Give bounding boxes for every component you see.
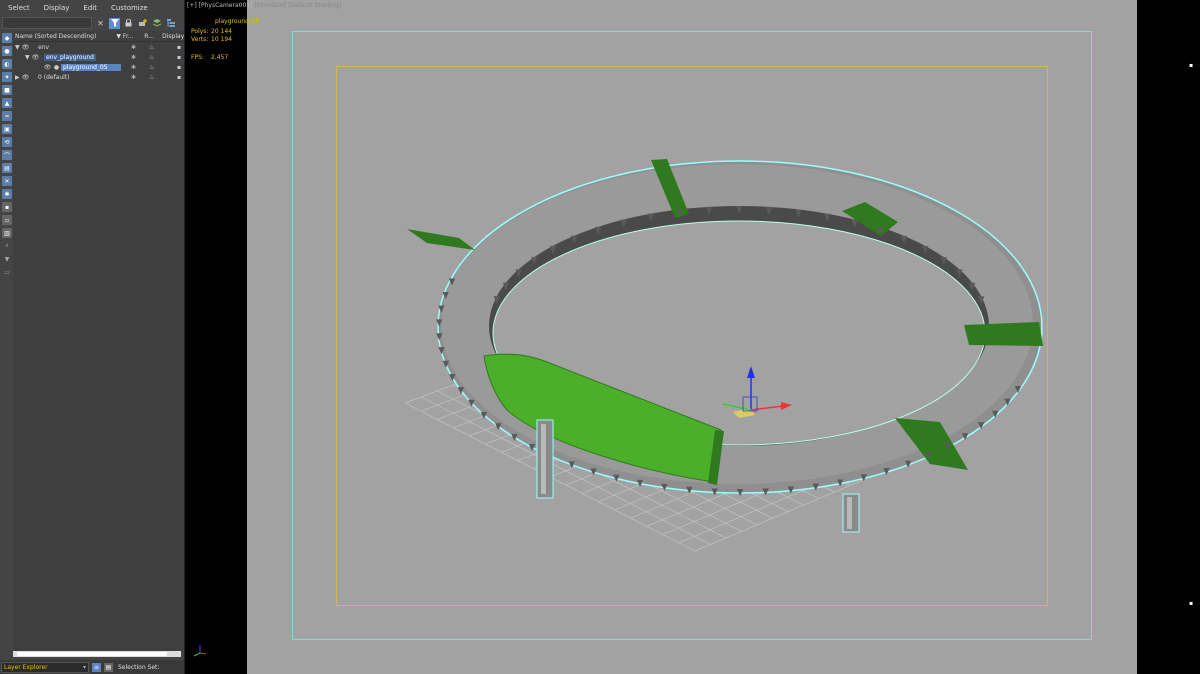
support-leg[interactable]	[536, 419, 554, 499]
scene-view[interactable]: z	[247, 0, 1137, 674]
shape-filter-icon[interactable]: ◐	[2, 59, 12, 69]
scroll-marker-icon: ▪	[1189, 62, 1194, 69]
layer-label: env	[38, 43, 50, 51]
selection-set-label: Selection Set:	[118, 663, 160, 671]
menu-select[interactable]: Select	[0, 4, 36, 12]
stats-fps-label: FPS:	[191, 54, 204, 61]
geometry-filter-icon[interactable]: ●	[2, 46, 12, 56]
search-row: ✕	[0, 16, 184, 30]
scroll-marker-icon: ▪	[1189, 600, 1194, 607]
layer-label: env_playground	[44, 53, 96, 61]
render-teapot-icon[interactable]: ♨	[149, 64, 154, 71]
header-display[interactable]: Display	[162, 33, 184, 40]
object-label: playground_05	[61, 63, 121, 71]
search-input[interactable]	[2, 17, 92, 29]
header-render[interactable]: R...	[144, 33, 162, 40]
freeze-toggle-icon[interactable]: ✱	[131, 74, 136, 81]
layers-toggle-icon[interactable]: ≡	[92, 662, 101, 672]
group-filter-icon[interactable]: ▣	[2, 124, 12, 134]
object-dot-icon: ●	[53, 63, 60, 71]
viewport-statistics: playground_05 Polys: 20 144 Verts: 10 194 …	[191, 18, 260, 62]
eye-icon[interactable]: 👁	[21, 44, 30, 51]
display-icon[interactable]: ▪	[177, 74, 181, 81]
all-filter-icon[interactable]: ▪	[2, 202, 12, 212]
stats-fps-value: 2,457	[211, 54, 229, 61]
layer-tree: Name (Sorted Descending) ▼ Fr... R... Di…	[13, 31, 184, 651]
eye-icon[interactable]: 👁	[43, 64, 52, 71]
eye-icon[interactable]: 👁	[21, 74, 30, 81]
header-name[interactable]: Name (Sorted Descending)	[13, 33, 116, 40]
horizontal-scrollbar[interactable]	[13, 651, 181, 657]
funnel-icon[interactable]: ▼	[2, 254, 12, 264]
gizmo-z-label: z	[749, 368, 752, 375]
camera-filter-icon[interactable]: ■	[2, 85, 12, 95]
menu-customize[interactable]: Customize	[103, 4, 154, 12]
explorer-side-toolbar: ◆ ● ◐ ✦ ■ ▲ ≈ ▣ ⟲ ⌒ ▤ ✕ ✱ ▪ ▫ ▥ ⌕ ▼ ▭	[0, 31, 13, 276]
viewport-shading[interactable]: [Default Shading]	[288, 2, 341, 9]
explorer-type-dropdown[interactable]: Layer Explorer ▾	[1, 661, 89, 673]
world-axis-icon	[193, 645, 207, 657]
scrollbar-thumb[interactable]	[17, 652, 167, 656]
freeze-toggle-icon[interactable]: ✱	[131, 54, 136, 61]
stats-verts-value: 10 194	[211, 36, 232, 43]
spacewarp-filter-icon[interactable]: ≈	[2, 111, 12, 121]
folder-icon[interactable]: ▭	[2, 267, 12, 277]
tree-row[interactable]: ▼ 👁 env_playground ✱ ♨ ▪	[13, 52, 184, 62]
none-filter-icon[interactable]: ▫	[2, 215, 12, 225]
filter-icon[interactable]	[109, 17, 120, 29]
bone-filter-icon[interactable]: ⌒	[2, 150, 12, 160]
light-filter-icon[interactable]: ✦	[2, 72, 12, 82]
hidden-filter-icon[interactable]: ✱	[2, 189, 12, 199]
xref-filter-icon[interactable]: ⟲	[2, 137, 12, 147]
tree-row[interactable]: ▼ 👁 env ✱ ♨ ▪	[13, 42, 184, 52]
stats-verts-label: Verts:	[191, 36, 209, 43]
chevron-down-icon: ▾	[82, 663, 86, 671]
tree-header: Name (Sorted Descending) ▼ Fr... R... Di…	[13, 31, 184, 42]
display-icon[interactable]: ▪	[177, 44, 181, 51]
viewport-canvas[interactable]: z	[247, 0, 1137, 674]
clear-search-icon[interactable]: ✕	[95, 18, 106, 29]
stats-polys-label: Polys:	[191, 28, 209, 35]
lock-icon[interactable]	[123, 18, 134, 29]
select-objects-icon[interactable]: ◆	[2, 33, 12, 43]
viewport-menu-plus[interactable]: [+]	[187, 2, 197, 9]
menu-display[interactable]: Display	[36, 4, 76, 12]
support-leg[interactable]	[842, 493, 860, 533]
display-icon[interactable]: ▪	[177, 64, 181, 71]
viewport-camera[interactable]: [PhysCamera001]	[199, 2, 253, 9]
stats-polys-value: 20 144	[211, 28, 232, 35]
render-teapot-icon[interactable]: ♨	[149, 54, 154, 61]
stats-object-name: playground_05	[215, 18, 260, 25]
render-teapot-icon[interactable]: ♨	[149, 44, 154, 51]
menu-edit[interactable]: Edit	[75, 4, 103, 12]
find-icon[interactable]: ⌕	[2, 241, 12, 251]
freeze-toggle-icon[interactable]: ✱	[131, 64, 136, 71]
add-layer-icon[interactable]	[137, 18, 148, 29]
helper-filter-icon[interactable]: ▲	[2, 98, 12, 108]
tree-row[interactable]: ▶ 👁 0 (default) ✱ ♨ ▪	[13, 72, 184, 82]
invert-filter-icon[interactable]: ▥	[2, 228, 12, 238]
viewport-label-menu[interactable]: [+] [PhysCamera001] [Standard] [Default …	[187, 2, 341, 9]
perspective-viewport[interactable]: z [+] [PhysCamera001] [Standard] [Defaul…	[185, 0, 1200, 674]
explorer-statusbar: Layer Explorer ▾ ≡ ▤ Selection Set:	[0, 660, 184, 674]
container-filter-icon[interactable]: ▤	[2, 163, 12, 173]
display-icon[interactable]: ▪	[177, 54, 181, 61]
selection-set-icon[interactable]: ▤	[104, 662, 113, 672]
frozen-filter-icon[interactable]: ✕	[2, 176, 12, 186]
render-teapot-icon[interactable]: ♨	[149, 74, 154, 81]
scene-explorer-panel: Select Display Edit Customize ✕ ◆ ● ◐ ✦ …	[0, 0, 185, 674]
header-frozen[interactable]: ▼ Fr...	[116, 33, 144, 40]
freeze-toggle-icon[interactable]: ✱	[131, 44, 136, 51]
explorer-menubar: Select Display Edit Customize	[0, 0, 184, 16]
layer-label: 0 (default)	[38, 73, 70, 81]
viewport-mode[interactable]: [Standard]	[254, 2, 286, 9]
hierarchy-icon[interactable]	[165, 18, 176, 29]
explorer-type-label: Layer Explorer	[4, 663, 48, 671]
tree-row[interactable]: 👁 ● playground_05 ✱ ♨ ▪	[13, 62, 184, 72]
eye-icon[interactable]: 👁	[31, 54, 40, 61]
layers-icon[interactable]	[151, 18, 162, 29]
app-window: Select Display Edit Customize ✕ ◆ ● ◐ ✦ …	[0, 0, 1200, 674]
